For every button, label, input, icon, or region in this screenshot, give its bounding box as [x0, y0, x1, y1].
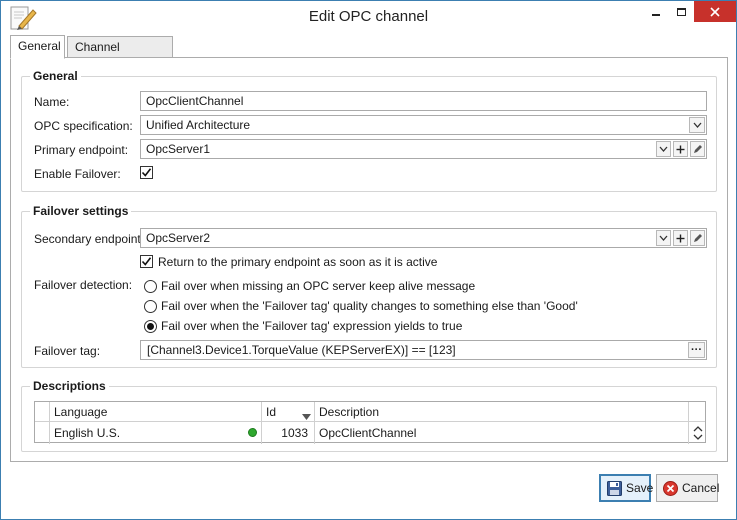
browse-tag-button[interactable]: ···	[688, 342, 705, 358]
floppy-disk-icon	[607, 480, 622, 496]
table-header: Language Id Description	[35, 402, 705, 422]
name-label: Name:	[34, 95, 70, 109]
chevron-down-icon[interactable]	[689, 117, 705, 133]
row-language: English U.S.	[54, 426, 121, 440]
opc-spec-value: Unified Architecture	[146, 118, 251, 132]
secondary-endpoint-label: Secondary endpoint:	[34, 232, 145, 246]
general-tab-panel: General Name: OpcClientChannel OPC speci…	[10, 57, 728, 462]
minimize-button[interactable]	[644, 1, 668, 22]
edit-pencil-icon[interactable]	[690, 230, 705, 246]
title-bar[interactable]: Edit OPC channel	[1, 1, 736, 33]
general-group-title: General	[30, 69, 81, 83]
cancel-button-label: Cancel	[682, 481, 720, 495]
window-title: Edit OPC channel	[308, 8, 429, 25]
enable-failover-checkbox[interactable]	[140, 166, 153, 179]
chevron-down-icon[interactable]	[656, 141, 671, 157]
chevron-down-icon[interactable]	[656, 230, 671, 246]
detection-option-keepalive-radio[interactable]	[144, 280, 157, 293]
checkmark-icon	[141, 168, 152, 177]
failover-tag-input[interactable]: [Channel3.Device1.TorqueValue (KEPServer…	[140, 340, 707, 360]
failover-group-title: Failover settings	[30, 204, 132, 218]
primary-endpoint-value: OpcServer1	[146, 142, 211, 156]
failover-detection-label: Failover detection:	[34, 278, 133, 292]
return-to-primary-label[interactable]: Return to the primary endpoint as soon a…	[158, 255, 437, 269]
maximize-icon	[676, 7, 686, 16]
save-button-label: Save	[626, 481, 654, 495]
return-to-primary-checkbox[interactable]	[140, 255, 153, 268]
secondary-endpoint-select[interactable]: OpcServer2	[140, 228, 707, 248]
table-row[interactable]: English U.S. 1033 OpcClientChannel	[35, 423, 705, 443]
cancel-icon	[663, 480, 678, 496]
close-icon	[710, 6, 720, 17]
detection-option-expression-radio[interactable]	[144, 320, 157, 333]
checkmark-icon	[141, 257, 152, 266]
opc-spec-label: OPC specification:	[34, 119, 133, 133]
column-header-language[interactable]: Language	[50, 402, 270, 422]
detection-option-quality-label[interactable]: Fail over when the 'Failover tag' qualit…	[161, 299, 578, 313]
primary-endpoint-label: Primary endpoint:	[34, 143, 129, 157]
add-icon[interactable]	[673, 141, 688, 157]
descriptions-group: Descriptions Language Id Description Eng…	[21, 379, 717, 452]
edit-pencil-icon[interactable]	[690, 141, 705, 157]
row-id: 1033	[281, 426, 308, 440]
maximize-button[interactable]	[669, 1, 693, 22]
tab-channel-messages[interactable]: Channel Messages	[67, 36, 173, 75]
failover-tag-label: Failover tag:	[34, 344, 101, 358]
descriptions-group-title: Descriptions	[30, 379, 109, 393]
save-button[interactable]: Save	[599, 474, 654, 502]
add-icon[interactable]	[673, 230, 688, 246]
detection-option-expression-label[interactable]: Fail over when the 'Failover tag' expres…	[161, 319, 462, 333]
failover-tag-value: [Channel3.Device1.TorqueValue (KEPServer…	[147, 343, 456, 357]
descriptions-table: Language Id Description English U.S. 103…	[34, 401, 706, 444]
detection-option-keepalive-label[interactable]: Fail over when missing an OPC server kee…	[161, 279, 475, 293]
minimize-icon	[652, 13, 660, 16]
status-ok-icon	[248, 428, 257, 437]
radio-selected-dot	[147, 323, 154, 330]
sort-descending-icon	[302, 409, 311, 423]
failover-settings-group: Failover settings Secondary endpoint: Op…	[21, 204, 717, 368]
enable-failover-label: Enable Failover:	[34, 167, 121, 181]
secondary-endpoint-value: OpcServer2	[146, 231, 211, 245]
edit-opc-channel-dialog: Edit OPC channel General Channel Message…	[0, 0, 737, 520]
name-input[interactable]: OpcClientChannel	[140, 91, 707, 111]
detection-option-quality-radio[interactable]	[144, 300, 157, 313]
cancel-button[interactable]: Cancel	[656, 474, 720, 502]
tab-general[interactable]: General	[10, 35, 65, 59]
column-header-description[interactable]: Description	[315, 402, 675, 422]
general-group: General Name: OpcClientChannel OPC speci…	[21, 69, 717, 192]
primary-endpoint-select[interactable]: OpcServer1	[140, 139, 707, 159]
opc-spec-select[interactable]: Unified Architecture	[140, 115, 707, 135]
close-button[interactable]	[694, 1, 736, 22]
row-description: OpcClientChannel	[319, 426, 417, 440]
row-spinner-icon[interactable]	[692, 424, 704, 445]
